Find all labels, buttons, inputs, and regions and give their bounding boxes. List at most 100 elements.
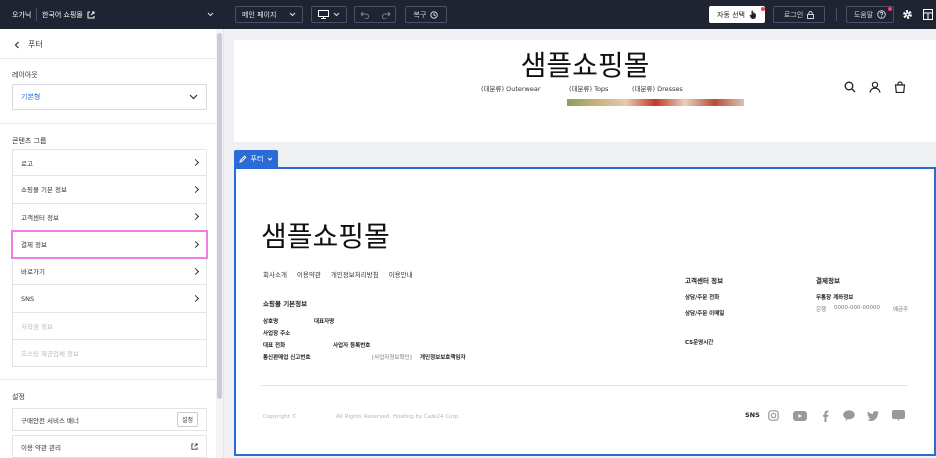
footer-link-privacy[interactable]: 개인정보처리방침 bbox=[331, 269, 379, 279]
menu-item-copyright: 저작권 정보 bbox=[12, 312, 207, 341]
pencil-icon bbox=[238, 154, 247, 163]
twitter-icon[interactable] bbox=[867, 411, 879, 421]
preview-canvas: 샘플쇼핑몰 (대분류) Outerwear (대분류) Tops (대분류) D… bbox=[224, 29, 936, 458]
menu-item-payment-info[interactable]: 결제 정보 bbox=[11, 229, 208, 260]
auto-select-button[interactable]: 자동 선택 bbox=[709, 6, 765, 23]
sns-title: SNS bbox=[745, 411, 760, 419]
menu-item-sns[interactable]: SNS bbox=[12, 285, 207, 313]
biz-check-link[interactable]: [사업자정보확인] bbox=[372, 353, 412, 361]
shopping-bag-icon[interactable] bbox=[894, 81, 906, 93]
restore-label: 복구 bbox=[413, 10, 427, 19]
help-button[interactable]: 도움말 bbox=[846, 6, 894, 23]
page-select[interactable]: 메인 페이지 bbox=[235, 6, 303, 23]
setting-purchase-banner: 구매안전 서비스 배너 설정 bbox=[12, 408, 207, 431]
chevron-right-icon bbox=[191, 213, 200, 221]
chevron-right-icon bbox=[191, 267, 200, 275]
shop-logo[interactable]: 샘플쇼핑몰 bbox=[234, 44, 936, 84]
instagram-icon[interactable] bbox=[768, 410, 779, 421]
chevron-down-icon bbox=[333, 12, 340, 17]
facebook-icon[interactable] bbox=[822, 410, 829, 422]
copyright-text: Copyright © bbox=[263, 414, 298, 420]
menu-item-hosting: 호스팅 제공업체 정보 bbox=[12, 340, 207, 368]
phone-label: 대표 전화 bbox=[263, 343, 286, 349]
gear-icon[interactable] bbox=[902, 9, 913, 20]
device-select[interactable] bbox=[311, 6, 347, 23]
back-button[interactable]: 푸터 bbox=[14, 39, 43, 50]
chevron-right-icon bbox=[191, 295, 200, 303]
restore-button[interactable]: 복구 bbox=[405, 6, 447, 23]
address-label: 사업장 주소 bbox=[263, 331, 291, 337]
divider bbox=[36, 8, 37, 21]
external-link-icon bbox=[191, 443, 198, 450]
layout-section-title: 레이아웃 bbox=[12, 71, 38, 79]
footer-link-terms[interactable]: 이용약관 bbox=[297, 269, 321, 279]
setting-terms[interactable]: 이용 약관 관리 bbox=[12, 435, 207, 458]
footer-edit-tag[interactable]: 푸터 bbox=[234, 150, 278, 167]
panel-layout-icon[interactable] bbox=[923, 9, 933, 20]
content-section bbox=[234, 106, 936, 142]
footer-link-guide[interactable]: 이용안내 bbox=[389, 269, 413, 279]
settings-button[interactable]: 설정 bbox=[176, 412, 198, 427]
payment-title: 결제정보 bbox=[816, 277, 840, 285]
left-panel: 푸터 레이아웃 기본형 콘텐츠 그룹 로고 쇼핑몰 기본 정보 고객센터 정보 … bbox=[0, 29, 224, 458]
privacy-officer-label: 개인정보보호책임자 bbox=[420, 355, 466, 361]
bank-account-label: 무통장 계좌정보 bbox=[816, 295, 854, 301]
nav-item-tops[interactable]: (대분류) Tops bbox=[569, 83, 608, 93]
cs-hours-label: CS운영시간 bbox=[685, 340, 714, 346]
chevron-right-icon bbox=[191, 185, 200, 193]
cs-title: 고객센터 정보 bbox=[685, 277, 724, 285]
footer-link-about[interactable]: 회사소개 bbox=[263, 269, 287, 279]
company-label: 상호명 bbox=[263, 319, 279, 325]
user-icon[interactable] bbox=[869, 81, 881, 93]
divider bbox=[0, 123, 216, 124]
bank-name: 은행 bbox=[816, 307, 827, 313]
external-link-icon bbox=[87, 11, 95, 18]
login-button[interactable]: 로그인 bbox=[773, 6, 825, 23]
divider bbox=[0, 58, 216, 59]
shop-label: 한국어 쇼핑몰 bbox=[42, 10, 83, 19]
footer-tag-label: 푸터 bbox=[250, 154, 264, 163]
youtube-icon[interactable] bbox=[793, 411, 807, 421]
chevron-down-icon bbox=[268, 157, 273, 161]
chevron-right-icon bbox=[191, 240, 200, 248]
chevron-down-icon bbox=[189, 94, 198, 100]
menu-item-label: 저작권 정보 bbox=[21, 322, 53, 331]
divider bbox=[836, 8, 837, 21]
nav-item-dresses[interactable]: (대분류) Dresses bbox=[632, 83, 683, 93]
shop-link[interactable]: 한국어 쇼핑몰 bbox=[42, 0, 95, 29]
account-number: 0000-000-00000 bbox=[834, 305, 880, 311]
page-select-value: 메인 페이지 bbox=[242, 10, 277, 19]
notification-dot bbox=[761, 7, 765, 11]
basic-info-title: 쇼핑몰 기본정보 bbox=[263, 300, 308, 308]
sns-label: SNS bbox=[745, 411, 760, 419]
undo-icon[interactable] bbox=[359, 11, 369, 19]
chevron-down-icon[interactable] bbox=[207, 11, 214, 18]
menu-item-shop-info[interactable]: 쇼핑몰 기본 정보 bbox=[12, 176, 207, 204]
menu-item-label: 고객센터 정보 bbox=[21, 213, 59, 222]
redo-icon[interactable] bbox=[381, 11, 391, 19]
menu-item-cs-info[interactable]: 고객센터 정보 bbox=[12, 203, 207, 231]
brand-label: 오가닉 bbox=[12, 10, 32, 19]
footer-logo[interactable]: 샘플쇼핑몰 bbox=[261, 215, 390, 255]
layout-select-value: 기본형 bbox=[21, 93, 41, 101]
scrollbar-thumb[interactable] bbox=[217, 33, 222, 399]
menu-item-logo[interactable]: 로고 bbox=[12, 149, 207, 177]
blog-icon[interactable] bbox=[892, 410, 905, 421]
top-toolbar: 오가닉 한국어 쇼핑몰 메인 페이지 복구 자동 선택 로그인 도움말 bbox=[0, 0, 936, 29]
menu-item-label: 결제 정보 bbox=[21, 241, 47, 250]
notification-dot bbox=[888, 7, 892, 11]
menu-item-label: 호스팅 제공업체 정보 bbox=[21, 350, 79, 359]
search-icon[interactable] bbox=[844, 81, 856, 93]
layout-select[interactable]: 기본형 bbox=[12, 84, 207, 110]
nav-item-outerwear[interactable]: (대분류) Outerwear bbox=[481, 83, 541, 93]
menu-item-shortcuts[interactable]: 바로가기 bbox=[12, 258, 207, 286]
question-icon bbox=[877, 10, 886, 19]
auto-select-label: 자동 선택 bbox=[717, 10, 745, 19]
talk-icon[interactable] bbox=[843, 410, 855, 421]
desktop-icon bbox=[318, 10, 329, 19]
setting-label: 이용 약관 관리 bbox=[21, 443, 62, 452]
footer-section[interactable]: 샘플쇼핑몰 회사소개 이용약관 개인정보처리방침 이용안내 쇼핑몰 기본정보 상… bbox=[234, 167, 936, 456]
menu-item-label: SNS bbox=[21, 294, 35, 303]
banner-image bbox=[567, 99, 744, 106]
menu-item-label: 쇼핑몰 기본 정보 bbox=[21, 186, 67, 195]
